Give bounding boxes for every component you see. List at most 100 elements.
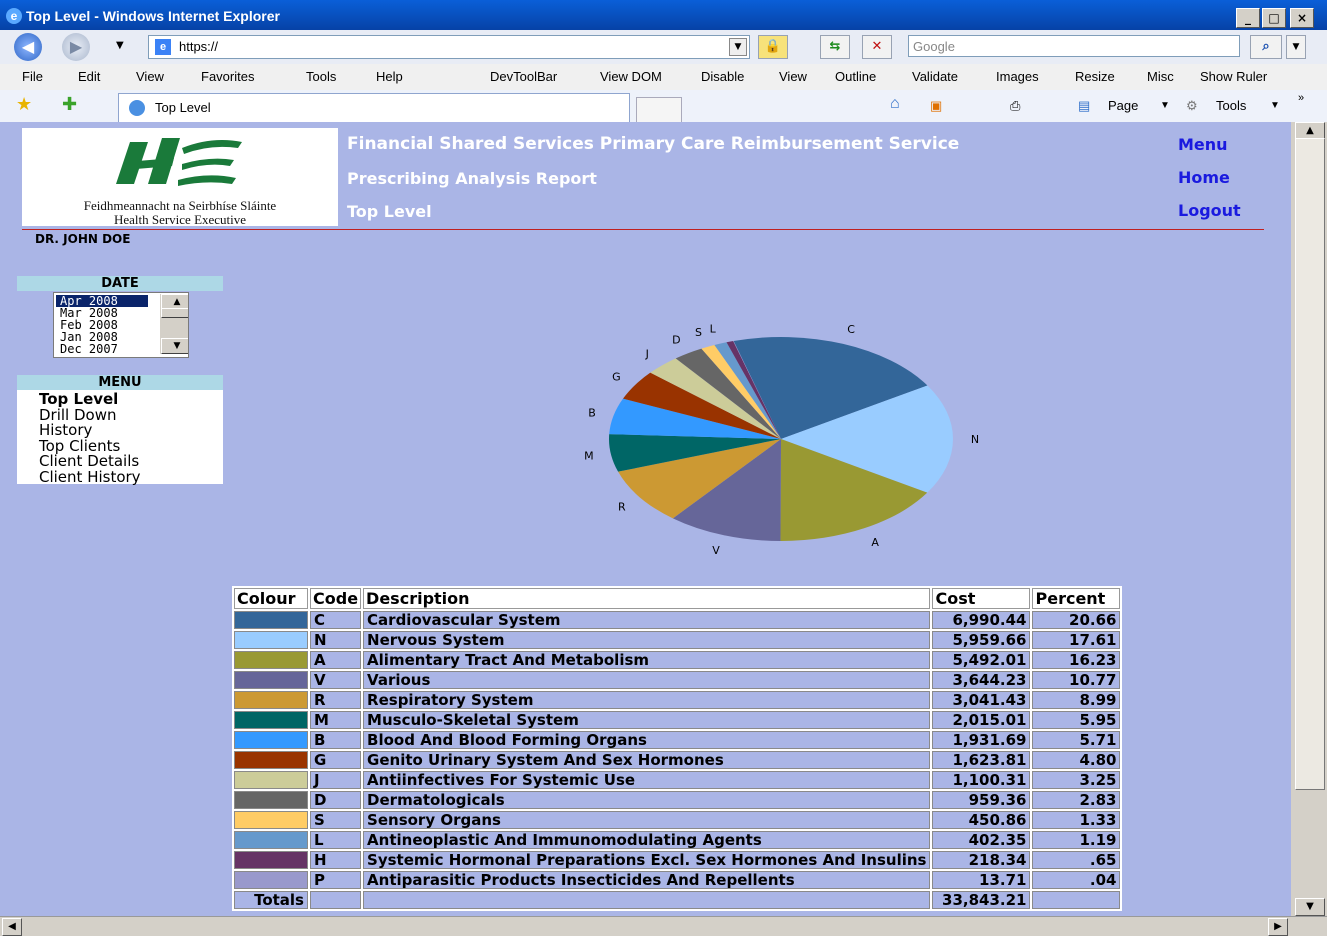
- code-cell: M: [310, 711, 362, 729]
- colour-swatch: [234, 791, 308, 809]
- menu-validate[interactable]: Validate: [912, 69, 958, 84]
- column-header: Code: [310, 588, 362, 609]
- table-row: S Sensory Organs 450.86 1.33: [234, 811, 1121, 829]
- menu-disable[interactable]: Disable: [701, 69, 744, 84]
- search-input[interactable]: Google: [908, 35, 1240, 57]
- date-scrollbar[interactable]: ▲ ▼: [160, 294, 188, 354]
- scroll-thumb[interactable]: [1295, 138, 1325, 790]
- home-link[interactable]: Home: [1178, 168, 1230, 187]
- stop-icon[interactable]: ✕: [862, 35, 892, 59]
- logout-link[interactable]: Logout: [1178, 201, 1241, 220]
- home-icon[interactable]: ⌂: [890, 95, 900, 113]
- page-menu[interactable]: Page: [1108, 98, 1138, 113]
- pie-label: L: [710, 323, 717, 336]
- colour-swatch: [234, 671, 308, 689]
- menu-misc[interactable]: Misc: [1147, 69, 1174, 84]
- forward-icon[interactable]: ▶: [62, 33, 90, 61]
- side-menu-history[interactable]: History: [39, 422, 92, 438]
- menu-link[interactable]: Menu: [1178, 135, 1228, 154]
- minimize-button[interactable]: _: [1236, 8, 1260, 28]
- tab-top-level[interactable]: Top Level: [118, 93, 630, 122]
- chevron-more-icon[interactable]: »: [1298, 92, 1304, 104]
- percent-cell: 5.95: [1032, 711, 1121, 729]
- table-row: C Cardiovascular System 6,990.44 20.66: [234, 611, 1121, 629]
- side-menu-client-history[interactable]: Client History: [39, 469, 141, 485]
- table-row: A Alimentary Tract And Metabolism 5,492.01…: [234, 651, 1121, 669]
- pie-label: A: [871, 536, 879, 549]
- cost-cell: 13.71: [932, 871, 1031, 889]
- cost-cell: 1,623.81: [932, 751, 1031, 769]
- scroll-thumb[interactable]: [161, 308, 188, 318]
- menu-show-ruler[interactable]: Show Ruler: [1200, 69, 1267, 84]
- search-icon[interactable]: ⌕: [1250, 35, 1282, 59]
- window-titlebar: e Top Level - Windows Internet Explorer …: [0, 0, 1327, 30]
- maximize-button[interactable]: □: [1262, 8, 1286, 28]
- menu-bar: File Edit View Favorites Tools Help DevT…: [0, 64, 1327, 91]
- date-listbox[interactable]: Apr 2008 Mar 2008 Feb 2008 Jan 2008 Dec …: [53, 292, 189, 358]
- add-favorite-icon[interactable]: ✚: [62, 94, 77, 115]
- menu-tools[interactable]: Tools: [306, 69, 336, 84]
- feeds-icon[interactable]: ▣: [930, 98, 942, 114]
- url-dropdown-icon[interactable]: ▼: [729, 38, 747, 56]
- url-input[interactable]: e https:// ▼: [148, 35, 750, 59]
- column-header: Description: [363, 588, 931, 609]
- back-icon[interactable]: ◀: [14, 33, 42, 61]
- search-options-icon[interactable]: ▼: [1286, 35, 1306, 59]
- tools-dropdown-icon[interactable]: ▼: [1270, 100, 1280, 111]
- menu-resize[interactable]: Resize: [1075, 69, 1115, 84]
- tools-menu[interactable]: Tools: [1216, 98, 1246, 113]
- menu-view[interactable]: View: [136, 69, 164, 84]
- menu-devtoolbar[interactable]: DevToolBar: [490, 69, 557, 84]
- description-cell: Nervous System: [363, 631, 931, 649]
- menu-dev-view[interactable]: View: [779, 69, 807, 84]
- column-header: Colour: [234, 588, 308, 609]
- pie-label: B: [588, 406, 596, 419]
- scroll-down-icon[interactable]: ▼: [161, 338, 188, 354]
- scroll-down-icon[interactable]: ▼: [1295, 898, 1325, 916]
- scroll-right-icon[interactable]: ▶: [1268, 918, 1288, 936]
- table-row: V Various 3,644.23 10.77: [234, 671, 1121, 689]
- description-cell: Dermatologicals: [363, 791, 931, 809]
- description-cell: Various: [363, 671, 931, 689]
- history-dropdown-icon[interactable]: ▼: [116, 40, 124, 51]
- date-heading: DATE: [17, 276, 223, 291]
- description-cell: Sensory Organs: [363, 811, 931, 829]
- totals-label: Totals: [234, 891, 308, 909]
- page-dropdown-icon[interactable]: ▼: [1160, 100, 1170, 111]
- colour-swatch: [234, 731, 308, 749]
- new-tab-button[interactable]: [636, 97, 682, 123]
- menu-outline[interactable]: Outline: [835, 69, 876, 84]
- menu-help[interactable]: Help: [376, 69, 403, 84]
- menu-images[interactable]: Images: [996, 69, 1039, 84]
- menu-view-dom[interactable]: View DOM: [600, 69, 662, 84]
- side-menu-client-details[interactable]: Client Details: [39, 453, 139, 469]
- date-option[interactable]: Dec 2007: [56, 343, 148, 355]
- page-menu-icon: ▤: [1078, 98, 1091, 113]
- description-cell: Antineoplastic And Immunomodulating Agen…: [363, 831, 931, 849]
- page-header-title: Financial Shared Services Primary Care R…: [347, 134, 960, 154]
- side-menu: Top Level Drill Down History Top Clients…: [17, 390, 223, 485]
- close-button[interactable]: ×: [1290, 8, 1314, 28]
- colour-swatch: [234, 611, 308, 629]
- colour-swatch: [234, 811, 308, 829]
- menu-edit[interactable]: Edit: [78, 69, 100, 84]
- description-cell: Antiinfectives For Systemic Use: [363, 771, 931, 789]
- side-menu-top-level[interactable]: Top Level: [39, 391, 118, 407]
- table-row: L Antineoplastic And Immunomodulating Age…: [234, 831, 1121, 849]
- print-icon[interactable]: ⎙: [1010, 98, 1020, 114]
- percent-cell: 20.66: [1032, 611, 1121, 629]
- horizontal-scrollbar[interactable]: ◀ ▶: [0, 916, 1327, 936]
- lock-icon[interactable]: 🔒: [758, 35, 788, 59]
- favorites-star-icon[interactable]: ★: [16, 94, 32, 115]
- vertical-scrollbar[interactable]: ▲ ▼: [1291, 122, 1327, 916]
- scroll-left-icon[interactable]: ◀: [2, 918, 22, 936]
- ie-logo-icon: e: [6, 8, 22, 24]
- percent-cell: 3.25: [1032, 771, 1121, 789]
- table-row: P Antiparasitic Products Insecticides And…: [234, 871, 1121, 889]
- refresh-icon[interactable]: ⇆: [820, 35, 850, 59]
- menu-file[interactable]: File: [22, 69, 43, 84]
- code-cell: L: [310, 831, 362, 849]
- logo-line-english: Health Service Executive: [113, 212, 247, 227]
- menu-favorites[interactable]: Favorites: [201, 69, 254, 84]
- colour-swatch: [234, 631, 308, 649]
